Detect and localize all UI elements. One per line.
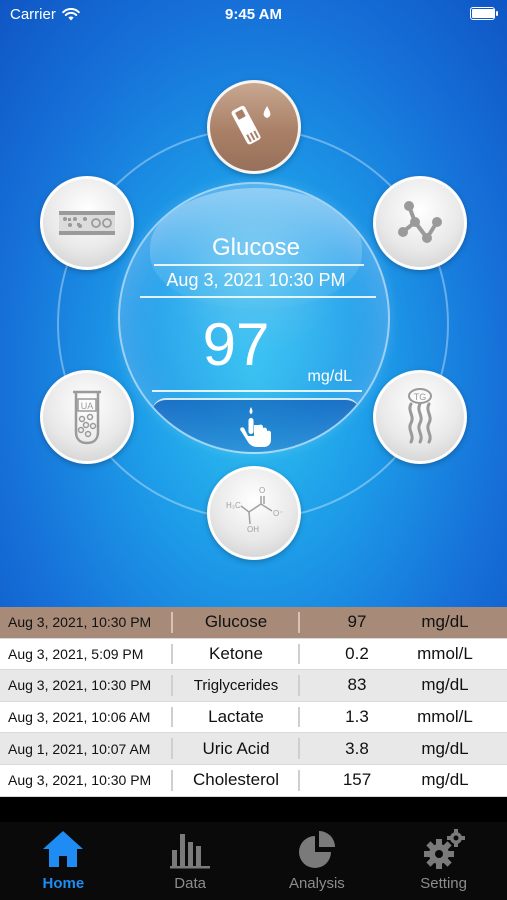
column-divider bbox=[171, 675, 173, 696]
record-type: Triglycerides bbox=[193, 676, 279, 694]
record-type: Glucose bbox=[204, 612, 268, 632]
column-divider bbox=[171, 769, 173, 791]
status-time: 9:45 AM bbox=[225, 6, 282, 23]
measure-button[interactable] bbox=[152, 398, 360, 452]
record-value: 157 bbox=[342, 770, 372, 790]
column-divider bbox=[298, 643, 300, 665]
house-icon bbox=[43, 831, 84, 867]
records-table: Aug 3, 2021, 10:30 PM Glucose 97 mg/dL Aug 3… bbox=[0, 607, 507, 797]
column-divider bbox=[298, 738, 300, 759]
tab-data[interactable]: Data bbox=[127, 822, 254, 900]
tab-data-label: Data bbox=[174, 875, 206, 892]
test-strip-icon bbox=[231, 105, 271, 145]
tab-analysis[interactable]: Analysis bbox=[254, 822, 381, 900]
record-datetime: Aug 3, 2021, 10:30 PM bbox=[8, 614, 152, 631]
tg-text: TG bbox=[414, 392, 427, 402]
oh-text: OH bbox=[247, 525, 259, 534]
ominus-text: O⁻ bbox=[273, 509, 283, 518]
title-divider bbox=[154, 264, 364, 266]
reading-datetime: Aug 3, 2021 10:30 PM bbox=[166, 270, 346, 290]
glucose-selector[interactable] bbox=[207, 80, 301, 174]
record-type: Lactate bbox=[208, 707, 264, 727]
cholesterol-selector[interactable] bbox=[373, 176, 467, 270]
uric-acid-selector[interactable]: UA bbox=[40, 370, 134, 464]
table-row[interactable]: Aug 3, 2021, 10:06 AM Lactate 1.3 mmol/L bbox=[0, 702, 507, 734]
record-unit: mmol/L bbox=[417, 707, 473, 727]
reading-type-title: Glucose bbox=[211, 234, 301, 261]
home-dashboard: Carrier 9:45 AM Glucose Aug 3, 2021 10:3… bbox=[0, 0, 507, 607]
value-divider bbox=[152, 390, 362, 392]
gears-icon bbox=[423, 829, 465, 869]
battery-icon bbox=[470, 7, 498, 20]
column-divider bbox=[171, 706, 173, 728]
date-divider bbox=[140, 296, 376, 298]
record-datetime: Aug 3, 2021, 10:06 AM bbox=[8, 709, 151, 726]
column-divider bbox=[298, 675, 300, 696]
column-divider bbox=[298, 706, 300, 728]
battery-level bbox=[472, 9, 495, 18]
lactate-selector[interactable]: H₃C O OH O⁻ bbox=[207, 466, 301, 560]
tab-setting[interactable]: Setting bbox=[380, 822, 507, 900]
column-divider bbox=[298, 769, 300, 791]
status-bar: Carrier 9:45 AM bbox=[0, 0, 507, 30]
column-divider bbox=[171, 612, 173, 633]
record-value: 0.2 bbox=[345, 643, 369, 663]
tab-analysis-label: Analysis bbox=[288, 875, 345, 892]
table-row[interactable]: Aug 3, 2021, 10:30 PM Triglycerides 83 mg/d… bbox=[0, 670, 507, 702]
record-type: Cholesterol bbox=[193, 770, 279, 790]
reading-dial: Glucose Aug 3, 2021 10:30 PM 97 mg/dL bbox=[118, 182, 390, 454]
table-row[interactable]: Aug 3, 2021, 10:30 PM Glucose 97 mg/dL bbox=[0, 607, 507, 639]
tab-home-label: Home bbox=[42, 875, 85, 892]
o-text: O bbox=[259, 486, 265, 495]
tg-icon: TG bbox=[408, 388, 432, 444]
column-divider bbox=[171, 738, 173, 759]
record-datetime: Aug 1, 2021, 10:07 AM bbox=[8, 740, 151, 757]
reading-unit: mg/dL bbox=[307, 368, 352, 385]
finger-tap-icon bbox=[240, 407, 271, 447]
tab-setting-label: Setting bbox=[420, 875, 467, 892]
ua-tube-icon: UA bbox=[73, 390, 101, 445]
tab-bar: Home Data Analysis Setting bbox=[0, 822, 507, 900]
record-unit: mmol/L bbox=[417, 643, 473, 663]
record-value: 83 bbox=[347, 675, 367, 695]
molecule-icon bbox=[398, 201, 442, 243]
tab-home[interactable]: Home bbox=[0, 822, 127, 900]
ua-text: UA bbox=[81, 401, 94, 411]
record-value: 97 bbox=[347, 612, 367, 632]
table-row[interactable]: Aug 3, 2021, 10:30 PM Cholesterol 157 mg/dL bbox=[0, 765, 507, 797]
pie-chart-icon bbox=[298, 831, 335, 868]
blood-vessel-icon bbox=[59, 211, 115, 235]
column-divider bbox=[171, 643, 173, 665]
record-datetime: Aug 3, 2021, 10:30 PM bbox=[8, 772, 152, 789]
record-datetime: Aug 3, 2021, 5:09 PM bbox=[8, 645, 144, 662]
record-value: 1.3 bbox=[345, 707, 369, 727]
table-row[interactable]: Aug 3, 2021, 5:09 PM Ketone 0.2 mmol/L bbox=[0, 639, 507, 671]
record-type: Uric Acid bbox=[202, 738, 270, 758]
table-row[interactable]: Aug 1, 2021, 10:07 AM Uric Acid 3.8 mg/dL bbox=[0, 733, 507, 765]
triglycerides-selector[interactable]: TG bbox=[373, 370, 467, 464]
column-divider bbox=[298, 612, 300, 633]
record-unit: mg/dL bbox=[421, 738, 469, 758]
record-unit: mg/dL bbox=[421, 612, 469, 632]
record-type: Ketone bbox=[209, 643, 263, 663]
bar-chart-icon bbox=[170, 834, 211, 869]
record-datetime: Aug 3, 2021, 10:30 PM bbox=[8, 677, 152, 694]
record-unit: mg/dL bbox=[421, 770, 469, 790]
ketone-selector[interactable] bbox=[40, 176, 134, 270]
h3c-text: H₃C bbox=[226, 501, 241, 510]
record-value: 3.8 bbox=[345, 738, 369, 758]
record-unit: mg/dL bbox=[421, 675, 469, 695]
lactate-formula-icon: H₃C O OH O⁻ bbox=[226, 486, 283, 534]
